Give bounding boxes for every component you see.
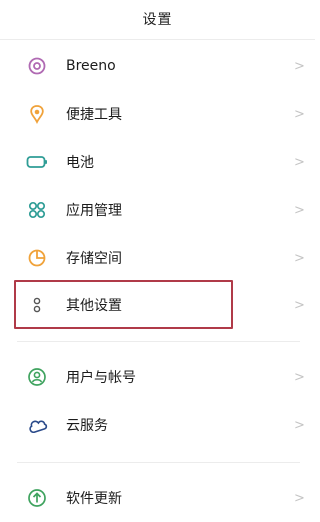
settings-item-label: 存储空间 xyxy=(66,251,122,267)
chevron-right-icon: > xyxy=(294,369,305,385)
settings-item-breeno[interactable]: Breeno > xyxy=(0,42,315,90)
settings-item-label: 应用管理 xyxy=(66,203,122,219)
settings-item-label: Breeno xyxy=(66,58,116,74)
chevron-right-icon: > xyxy=(294,490,305,506)
chevron-right-icon: > xyxy=(294,297,305,313)
highlight-box xyxy=(14,280,233,329)
storage-icon xyxy=(26,247,48,269)
apps-icon xyxy=(26,199,48,221)
settings-item-app-management[interactable]: 应用管理 > xyxy=(0,186,315,234)
settings-item-label: 软件更新 xyxy=(66,491,122,507)
tools-icon xyxy=(26,103,48,125)
settings-item-battery[interactable]: 电池 > xyxy=(0,138,315,186)
breeno-icon xyxy=(26,55,48,77)
user-account-icon xyxy=(26,366,48,388)
settings-item-storage[interactable]: 存储空间 > xyxy=(0,234,315,282)
settings-item-label: 电池 xyxy=(66,155,94,171)
update-icon xyxy=(26,487,48,509)
section-divider xyxy=(17,462,300,463)
settings-item-cloud[interactable]: 云服务 > xyxy=(0,401,315,449)
chevron-right-icon: > xyxy=(294,417,305,433)
cloud-icon xyxy=(26,414,48,436)
page-header: 设置 xyxy=(0,0,315,38)
settings-item-label: 用户与帐号 xyxy=(66,370,136,386)
chevron-right-icon: > xyxy=(294,106,305,122)
settings-item-tools[interactable]: 便捷工具 > xyxy=(0,90,315,138)
chevron-right-icon: > xyxy=(294,202,305,218)
chevron-right-icon: > xyxy=(294,154,305,170)
section-divider xyxy=(17,341,300,342)
settings-item-user-account[interactable]: 用户与帐号 > xyxy=(0,353,315,401)
settings-item-label: 便捷工具 xyxy=(66,107,122,123)
settings-item-label: 云服务 xyxy=(66,418,108,434)
settings-item-software-update[interactable]: 软件更新 > xyxy=(0,474,315,522)
page-title: 设置 xyxy=(142,12,173,28)
chevron-right-icon: > xyxy=(294,250,305,266)
header-divider xyxy=(0,39,315,40)
battery-icon xyxy=(26,151,48,173)
chevron-right-icon: > xyxy=(294,58,305,74)
